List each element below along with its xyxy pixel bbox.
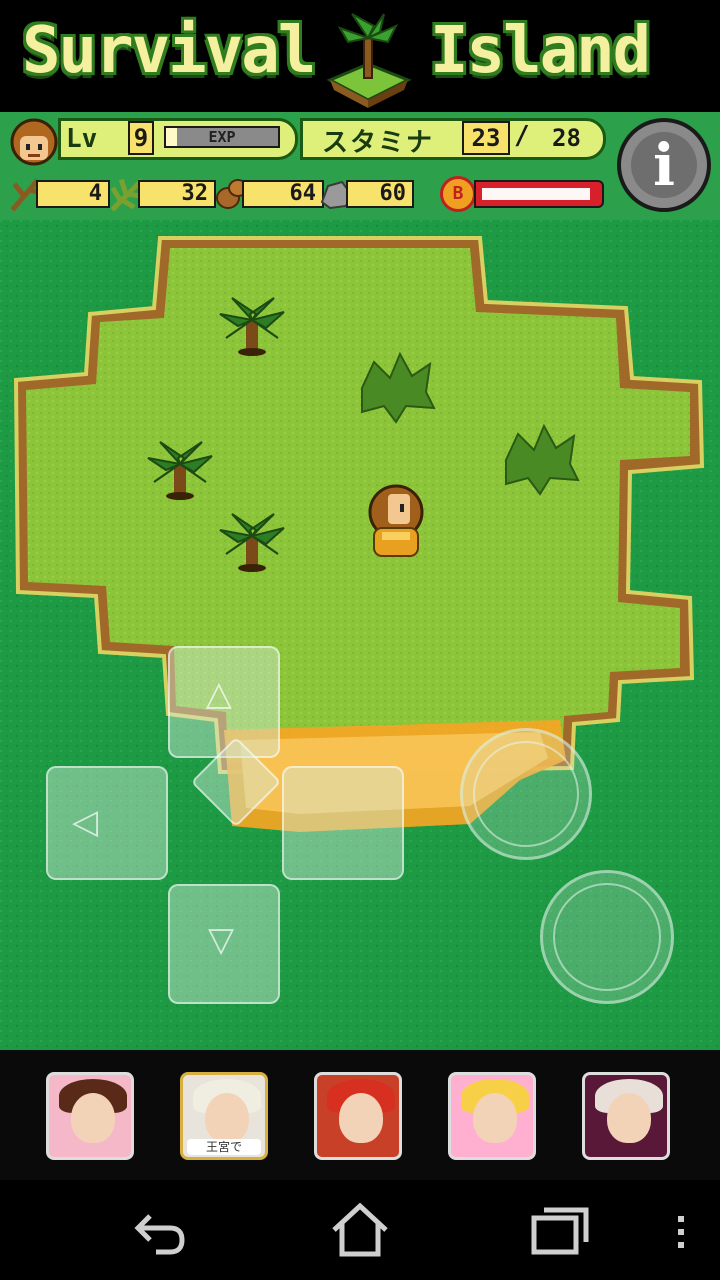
level-label: Lv bbox=[66, 124, 98, 154]
ad-girls-game[interactable] bbox=[448, 1072, 536, 1160]
resource-leaf-count: 32 bbox=[138, 180, 216, 208]
title-word-island: Island bbox=[430, 14, 651, 88]
dpad-right-button[interactable] bbox=[282, 766, 404, 880]
level-value: 9 bbox=[128, 121, 154, 155]
resource-stone-count: 60 bbox=[346, 180, 414, 208]
overflow-menu-icon[interactable] bbox=[676, 1216, 686, 1250]
dpad-up-button[interactable]: ◁ bbox=[168, 646, 280, 758]
stamina-label: スタミナ bbox=[322, 128, 435, 158]
ad-dark-fantasy-game[interactable] bbox=[582, 1072, 670, 1160]
action-button-a[interactable] bbox=[460, 728, 592, 860]
dpad-down-button[interactable]: ▽ bbox=[168, 884, 280, 1004]
title-banner: Survival Island bbox=[0, 0, 720, 112]
title-word-survival: Survival bbox=[22, 14, 316, 88]
arrow-left-icon: ◁ bbox=[72, 802, 99, 842]
resource-nut-count: 64 bbox=[242, 180, 324, 208]
resource-branch-count: 4 bbox=[36, 180, 110, 208]
bonus-badge: B bbox=[440, 176, 476, 212]
stamina-max: 28 bbox=[552, 124, 581, 152]
dpad-left-button[interactable]: ◁ bbox=[46, 766, 168, 880]
bonus-bar bbox=[474, 180, 604, 208]
ad-caption: 王宮で bbox=[187, 1139, 261, 1155]
ad-romance-game-1[interactable] bbox=[46, 1072, 134, 1160]
player-avatar-icon bbox=[10, 118, 58, 166]
recent-apps-icon[interactable] bbox=[528, 1198, 592, 1262]
action-button-b[interactable] bbox=[540, 870, 674, 1004]
info-icon: i bbox=[631, 132, 697, 198]
back-icon[interactable] bbox=[128, 1198, 192, 1262]
exp-label: EXP bbox=[208, 128, 236, 146]
arrow-down-icon: ▽ bbox=[208, 920, 235, 960]
ad-rpg-game[interactable] bbox=[314, 1072, 402, 1160]
home-icon[interactable] bbox=[328, 1198, 392, 1262]
player-character bbox=[368, 484, 424, 557]
bonus-bar-fill bbox=[482, 188, 590, 200]
title-palm-island-icon bbox=[326, 13, 412, 108]
exp-bar: EXP bbox=[164, 126, 280, 148]
arrow-up-icon: ◁ bbox=[201, 682, 242, 710]
game-screen: Survival Island Lv 9 EXP スタミナ 23 / 28 i bbox=[0, 0, 720, 1280]
stamina-separator: / bbox=[514, 121, 530, 151]
island-map: ◁ ◁ ▽ bbox=[0, 220, 720, 1050]
info-button[interactable]: i bbox=[617, 118, 711, 212]
stamina-current: 23 bbox=[462, 121, 510, 155]
ad-romance-game-2[interactable]: 王宮で bbox=[180, 1072, 268, 1160]
